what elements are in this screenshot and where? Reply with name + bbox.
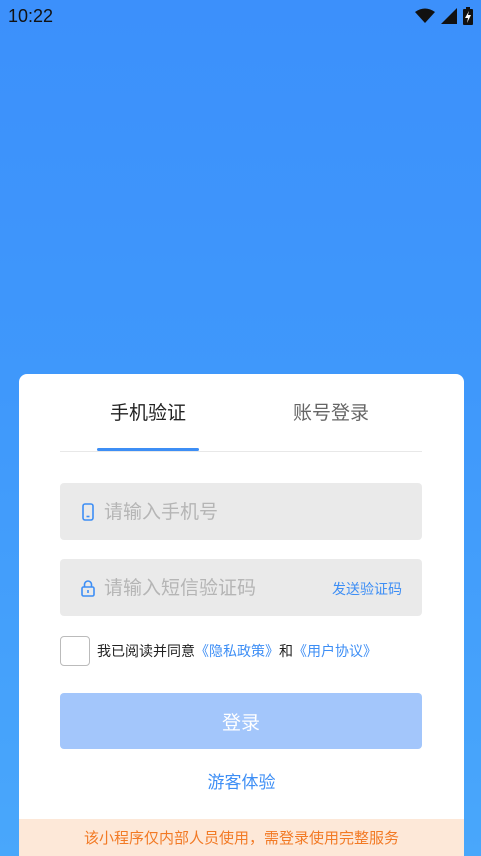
agreement-text: 我已阅读并同意《隐私政策》和《用户协议》 — [97, 641, 377, 661]
phone-icon — [82, 503, 94, 521]
battery-charging-icon — [463, 7, 473, 25]
agreement-prefix: 我已阅读并同意 — [97, 644, 195, 660]
status-time: 10:22 — [8, 6, 54, 26]
guest-experience-link[interactable]: 游客体验 — [19, 768, 464, 793]
send-code-button[interactable]: 发送验证码 — [332, 579, 402, 599]
notice-banner: 该小程序仅内部人员使用，需登录使用完整服务 — [19, 819, 464, 856]
code-field[interactable]: 发送验证码 — [60, 559, 422, 616]
user-agreement-link[interactable]: 《用户协议》 — [293, 644, 377, 660]
signal-icon — [441, 8, 457, 24]
sms-code-input[interactable] — [104, 571, 269, 604]
tab-account-login[interactable]: 账号登录 — [280, 398, 382, 425]
status-bar: 10:22 — [0, 0, 481, 32]
privacy-policy-link[interactable]: 《隐私政策》 — [195, 644, 279, 660]
tab-phone-verification[interactable]: 手机验证 — [97, 398, 199, 425]
active-tab-indicator — [97, 448, 199, 451]
login-button[interactable]: 登录 — [60, 693, 422, 749]
lock-icon — [81, 580, 95, 597]
status-icons — [415, 6, 473, 26]
phone-input[interactable] — [104, 495, 284, 528]
agreement-row: 我已阅读并同意《隐私政策》和《用户协议》 — [60, 635, 377, 667]
wifi-icon — [415, 8, 435, 23]
agreement-conjunction: 和 — [279, 644, 293, 660]
agreement-checkbox[interactable] — [60, 636, 90, 666]
login-tabs: 手机验证 账号登录 — [60, 374, 422, 452]
phone-field[interactable] — [60, 483, 422, 540]
login-card: 手机验证 账号登录 发送验证码 我已阅读并同意《隐私政策》和《用户协议》 登录 … — [19, 374, 464, 856]
